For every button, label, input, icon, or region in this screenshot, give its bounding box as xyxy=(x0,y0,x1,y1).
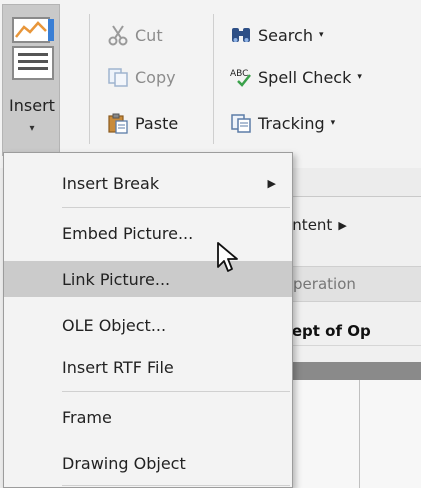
menu-separator xyxy=(62,485,290,486)
insert-button[interactable]: Insert ▾ xyxy=(2,4,60,156)
copy-label: Copy xyxy=(135,67,176,87)
menu-separator xyxy=(62,207,290,208)
menu-item-label: Frame xyxy=(62,407,112,427)
menu-item-link-picture[interactable]: Link Picture... xyxy=(4,261,292,297)
insert-picture-icon xyxy=(12,17,54,80)
scissors-icon xyxy=(108,25,128,46)
binoculars-icon xyxy=(232,28,250,42)
menu-item-drawing-object[interactable]: Drawing Object xyxy=(4,445,292,481)
insert-label: Insert xyxy=(9,96,55,115)
menu-item-embed-picture[interactable]: Embed Picture... xyxy=(4,215,292,251)
tracking-button[interactable]: Tracking ▾ xyxy=(230,110,335,136)
copy-icon xyxy=(108,68,128,87)
mouse-cursor-icon xyxy=(217,242,238,272)
paste-icon xyxy=(108,113,128,134)
menu-item-label: Insert Break xyxy=(62,173,160,193)
cut-label: Cut xyxy=(135,25,163,45)
spell-check-icon: ABC xyxy=(230,69,251,87)
menu-item-label: Insert RTF File xyxy=(62,357,174,377)
chevron-down-icon: ▾ xyxy=(29,123,35,134)
submenu-arrow-icon: ▶ xyxy=(338,218,347,232)
menu-item-label: Link Picture... xyxy=(62,269,171,289)
search-label: Search xyxy=(258,25,313,45)
ribbon-divider xyxy=(89,14,90,144)
menu-item-label: Embed Picture... xyxy=(62,223,194,243)
ribbon-divider xyxy=(213,14,214,144)
search-button[interactable]: Search ▾ xyxy=(230,22,324,48)
menu-item-ole-object[interactable]: OLE Object... xyxy=(4,307,292,343)
menu-item-insert-break[interactable]: Insert Break ▶ xyxy=(4,165,292,201)
ribbon: Insert ▾ Cut Copy Paste Search ▾ ABC Spe… xyxy=(0,0,421,168)
tracking-label: Tracking xyxy=(258,113,325,133)
menu-item-label: OLE Object... xyxy=(62,315,167,335)
menu-item-frame[interactable]: Frame xyxy=(4,399,292,435)
chevron-down-icon: ▾ xyxy=(318,30,324,40)
menu-item-insert-rtf-file[interactable]: Insert RTF File xyxy=(4,349,292,385)
chevron-down-icon: ▾ xyxy=(330,118,336,128)
submenu-arrow-icon: ▶ xyxy=(267,176,276,190)
chevron-down-icon: ▾ xyxy=(357,72,362,82)
copy-button[interactable]: Copy xyxy=(107,64,176,90)
cut-button[interactable]: Cut xyxy=(107,22,163,48)
insert-dropdown-menu: Insert Break ▶ Embed Picture... Link Pic… xyxy=(3,152,293,488)
svg-text:ABC: ABC xyxy=(230,69,248,79)
menu-separator xyxy=(62,391,290,392)
page-margin-line xyxy=(359,380,360,488)
paste-button[interactable]: Paste xyxy=(107,110,178,136)
tracking-icon xyxy=(231,114,251,133)
menu-item-label: Drawing Object xyxy=(62,453,186,473)
spell-check-label: Spell Check xyxy=(258,67,352,87)
spell-check-button[interactable]: ABC Spell Check ▾ xyxy=(230,64,362,90)
paste-label: Paste xyxy=(135,113,179,133)
